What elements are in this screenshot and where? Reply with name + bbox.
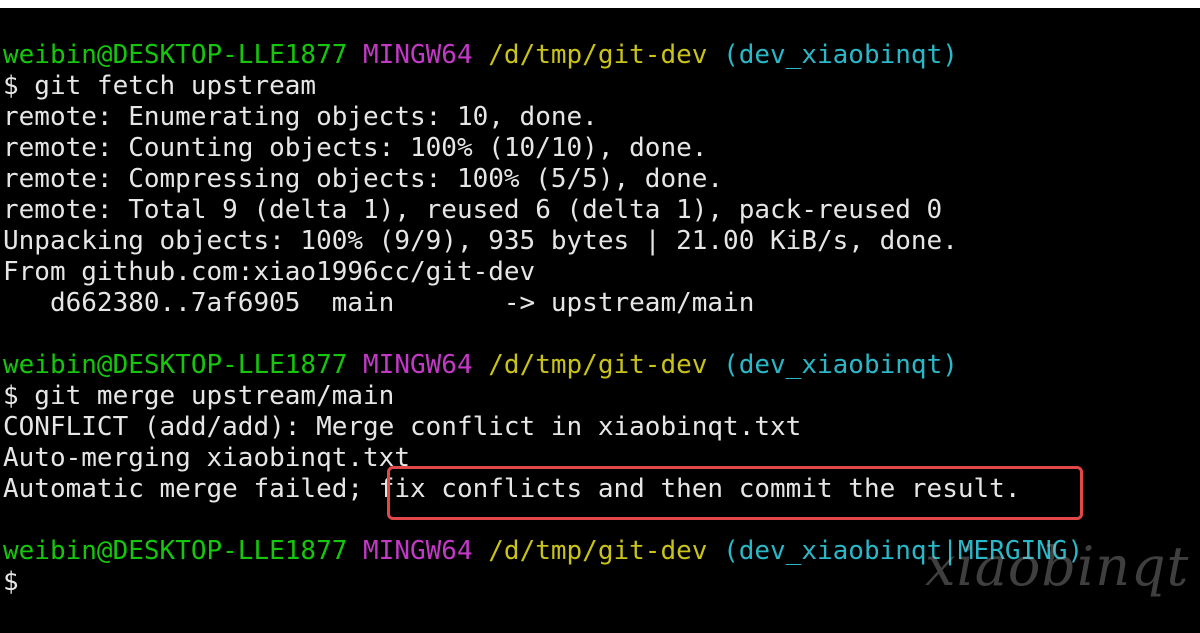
prompt-line: weibin@DESKTOP-LLE1877 MINGW64 /d/tmp/gi… xyxy=(0,40,1200,71)
prompt-branch: (dev_xiaobinqt|MERGING) xyxy=(723,536,1084,566)
prompt-system: MINGW64 xyxy=(363,536,473,566)
command-line: $ git fetch upstream xyxy=(3,71,317,101)
output-line: remote: Counting objects: 100% (10/10), … xyxy=(3,133,708,163)
prompt-user: weibin@DESKTOP-LLE1877 xyxy=(3,40,348,70)
prompt-branch: (dev_xiaobinqt) xyxy=(723,40,958,70)
prompt-path: /d/tmp/git-dev xyxy=(488,536,708,566)
terminal-window[interactable]: weibin@DESKTOP-LLE1877 MINGW64 /d/tmp/gi… xyxy=(0,8,1200,633)
prompt-branch: (dev_xiaobinqt) xyxy=(723,350,958,380)
output-line: Auto-merging xiaobinqt.txt xyxy=(3,443,410,473)
prompt-path: /d/tmp/git-dev xyxy=(488,40,708,70)
merge-failed-line: Automatic merge failed; fix conflicts an… xyxy=(0,474,1200,505)
prompt-user: weibin@DESKTOP-LLE1877 xyxy=(3,350,348,380)
prompt-system: MINGW64 xyxy=(363,350,473,380)
prompt-user: weibin@DESKTOP-LLE1877 xyxy=(3,536,348,566)
output-line: From github.com:xiao1996cc/git-dev xyxy=(3,257,536,287)
window-top-edge xyxy=(0,0,1200,8)
prompt-line: weibin@DESKTOP-LLE1877 MINGW64 /d/tmp/gi… xyxy=(0,350,1200,381)
prompt-system: MINGW64 xyxy=(363,40,473,70)
output-line: remote: Compressing objects: 100% (5/5),… xyxy=(3,164,724,194)
output-line: d662380..7af6905 main -> upstream/main xyxy=(3,288,755,318)
output-line: Unpacking objects: 100% (9/9), 935 bytes… xyxy=(3,226,958,256)
merge-failed-instruction: fix conflicts and then commit the result… xyxy=(378,474,1021,504)
output-line: CONFLICT (add/add): Merge conflict in xi… xyxy=(3,412,802,442)
output-line: remote: Enumerating objects: 10, done. xyxy=(3,102,598,132)
command-line: $ git merge upstream/main xyxy=(3,381,395,411)
output-line: remote: Total 9 (delta 1), reused 6 (del… xyxy=(3,195,943,225)
merge-failed-prefix: Automatic merge failed; xyxy=(3,474,379,504)
prompt-line: weibin@DESKTOP-LLE1877 MINGW64 /d/tmp/gi… xyxy=(0,536,1200,567)
prompt-path: /d/tmp/git-dev xyxy=(488,350,708,380)
command-input-line[interactable]: $ xyxy=(0,567,1200,598)
